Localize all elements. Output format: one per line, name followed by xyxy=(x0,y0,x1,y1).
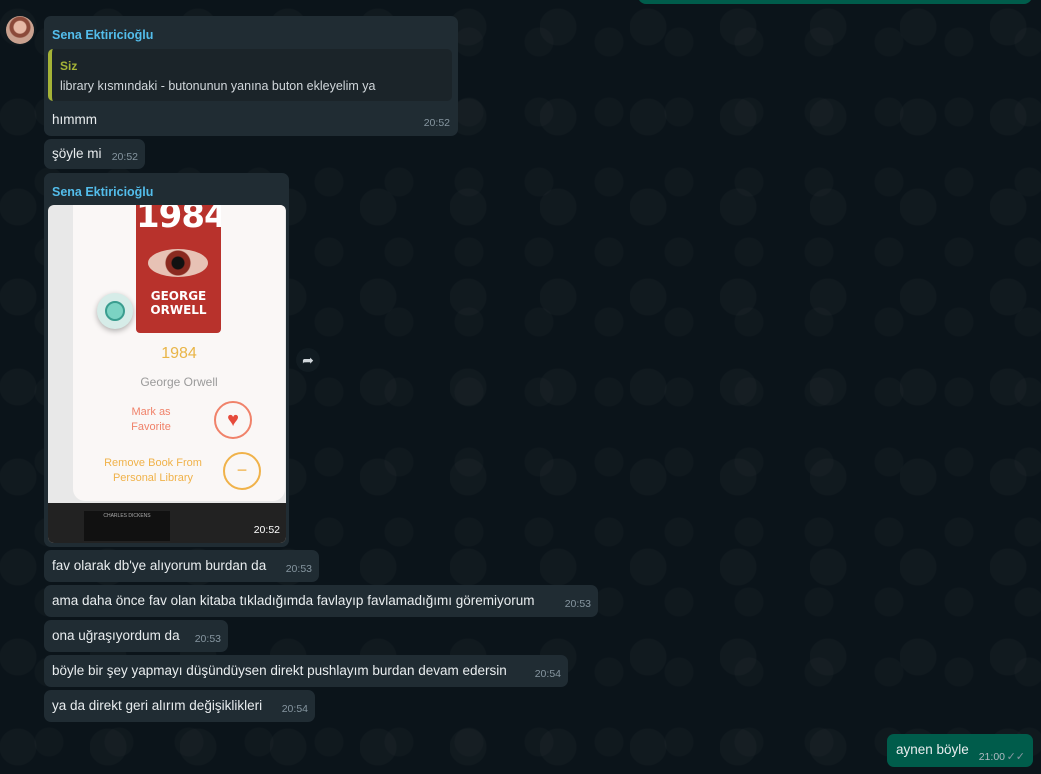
message-text: ona uğraşıyordum da xyxy=(52,628,180,643)
image-time: 20:52 xyxy=(253,524,280,536)
outgoing-message-bubble[interactable]: aynen böyle 21:00 ✓✓ xyxy=(887,734,1033,767)
image-message-bubble[interactable]: Sena Ektiricioğlu 1984 GEORGE ORWELL 198… xyxy=(44,173,289,547)
message-time: 20:53 xyxy=(564,598,591,610)
mini-book-thumbnail: CHARLES DICKENS xyxy=(84,511,170,541)
toggle-icon xyxy=(97,293,133,329)
message-time: 20:52 xyxy=(423,117,450,129)
cover-title: 1984 xyxy=(136,205,221,236)
book-title: 1984 xyxy=(161,345,197,362)
book-author: George Orwell xyxy=(140,375,218,389)
message-bubble[interactable]: fav olarak db'ye alıyorum burdan da 20:5… xyxy=(44,550,319,582)
message-time: 20:52 xyxy=(111,151,138,163)
quoted-message[interactable]: Siz library kısmındaki - butonunun yanın… xyxy=(48,49,452,101)
message-text: aynen böyle xyxy=(896,742,969,757)
sender-name[interactable]: Sena Ektiricioğlu xyxy=(52,26,153,44)
forward-icon[interactable]: ➦ xyxy=(296,348,320,372)
message-bubble[interactable]: ama daha önce fav olan kitaba tıkladığım… xyxy=(44,585,598,617)
message-bubble[interactable]: böyle bir şey yapmayı düşündüysen direkt… xyxy=(44,655,568,687)
message-bubble[interactable]: şöyle mi 20:52 xyxy=(44,139,145,169)
quoted-author: Siz xyxy=(60,59,78,73)
outgoing-message-partial[interactable] xyxy=(638,0,1032,4)
message-text: şöyle mi xyxy=(52,146,102,161)
book-detail-card: 1984 GEORGE ORWELL 1984 George Orwell Ma… xyxy=(73,205,285,501)
message-text: ama daha önce fav olan kitaba tıkladığım… xyxy=(52,593,535,608)
remove-book-label: Remove Book From Personal Library xyxy=(104,457,202,484)
sender-avatar[interactable] xyxy=(6,16,34,44)
message-text: hımmm xyxy=(52,112,97,127)
message-text: ya da direkt geri alırım değişiklikleri xyxy=(52,698,263,713)
sender-name[interactable]: Sena Ektiricioğlu xyxy=(52,183,153,201)
shared-screenshot-image[interactable]: 1984 GEORGE ORWELL 1984 George Orwell Ma… xyxy=(48,205,286,543)
book-cover: 1984 GEORGE ORWELL xyxy=(136,205,221,333)
message-text: fav olarak db'ye alıyorum burdan da xyxy=(52,558,267,573)
message-text: böyle bir şey yapmayı düşündüysen direkt… xyxy=(52,663,507,678)
minus-circle-icon: − xyxy=(223,452,261,490)
double-check-icon: ✓✓ xyxy=(1006,751,1025,763)
reply-message-bubble[interactable]: Sena Ektiricioğlu Siz library kısmındaki… xyxy=(44,16,458,136)
quoted-text: library kısmındaki - butonunun yanına bu… xyxy=(60,79,376,93)
heart-icon: ♥ xyxy=(214,401,252,439)
message-time: 20:53 xyxy=(285,563,312,575)
message-bubble[interactable]: ona uğraşıyordum da 20:53 xyxy=(44,620,228,652)
mark-favorite-label: Mark as Favorite xyxy=(131,406,171,433)
message-time: 20:54 xyxy=(281,703,308,715)
cover-eye-illustration xyxy=(148,249,208,277)
message-time: 21:00 xyxy=(978,751,1005,763)
message-time: 20:53 xyxy=(194,633,221,645)
cover-author: GEORGE ORWELL xyxy=(150,289,207,317)
message-bubble[interactable]: ya da direkt geri alırım değişiklikleri … xyxy=(44,690,315,722)
image-bottom-strip: CHARLES DICKENS xyxy=(48,503,286,543)
message-time: 20:54 xyxy=(534,668,561,680)
